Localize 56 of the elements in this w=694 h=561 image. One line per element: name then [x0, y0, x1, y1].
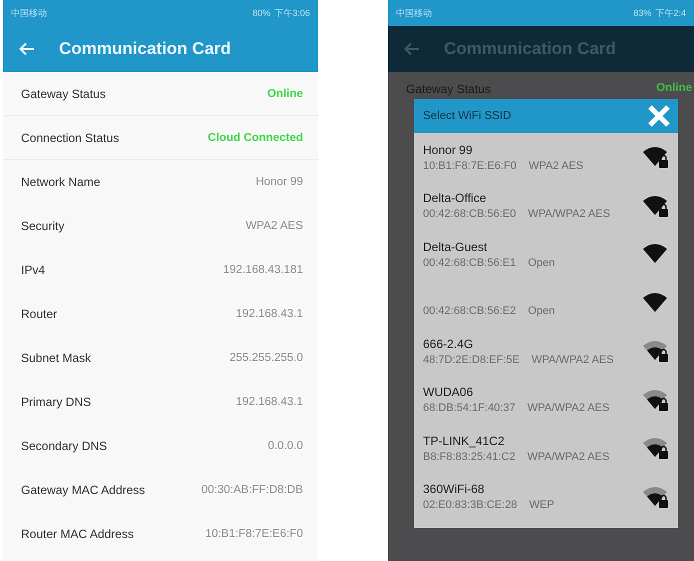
network-name[interactable]: TP-LINK_41C2 — [423, 434, 610, 448]
row-label: Router — [21, 306, 58, 320]
network-name[interactable]: Delta-Guest — [423, 240, 555, 254]
row-value: 0.0.0.0 — [268, 440, 303, 452]
mac-address: 10:B1:F8:7E:E6:F0 — [423, 160, 517, 172]
row-label: Connection Status — [21, 130, 120, 144]
row-value: Cloud Connected — [208, 132, 303, 144]
row-value: 255.255.255.0 — [229, 352, 303, 364]
mac-address: 00:42:68:CB:56:E1 — [423, 256, 516, 269]
row-label: Gateway MAC Address — [21, 482, 146, 496]
row-value: WPA2 AES — [246, 220, 303, 232]
row-label: Network Name — [21, 174, 100, 188]
mac-address: 00:42:68:CB:56:E2 — [423, 305, 516, 318]
row-value: 192.168.43.181 — [223, 264, 303, 276]
security-type: Open — [528, 305, 555, 318]
row-label: Primary DNS — [21, 394, 92, 408]
row-value: 10:B1:F8:7E:E6:F0 — [205, 528, 303, 540]
back-arrow-icon[interactable] — [404, 42, 420, 56]
row-label: Subnet Mask — [21, 350, 92, 364]
network-name[interactable]: Delta-Office — [423, 191, 610, 206]
row-label: Gateway Status — [21, 86, 106, 100]
row-value: Online — [267, 88, 303, 100]
mac-address: 02:E0:83:3B:CE:28 — [423, 499, 518, 512]
security-type: WPA2 AES — [528, 160, 584, 172]
row-label: Router MAC Address — [21, 526, 134, 540]
close-icon[interactable] — [646, 103, 672, 129]
security-type: WPA/WPA2 AES — [528, 208, 610, 220]
row-value: 192.168.43.1 — [236, 308, 303, 320]
row-value: 00:30:AB:FF:D8:DB — [201, 484, 303, 496]
battery-text: 83% — [633, 8, 652, 18]
mac-address: 48:7D:2E:D8:EF:5E — [423, 354, 520, 366]
mac-address: B8:F8:83:25:41:C2 — [423, 450, 516, 463]
security-type: WPA/WPA2 AES — [532, 354, 614, 366]
mac-address: 68:DB:54:1F:40:37 — [423, 402, 516, 414]
mac-address: 00:42:68:CB:56:E0 — [423, 208, 516, 220]
carrier-text: 中国移动 — [396, 6, 432, 20]
row-value: Online — [656, 82, 692, 94]
time-text: 下午2:4 — [655, 6, 686, 20]
security-type: Open — [528, 256, 555, 269]
security-type: WPA/WPA2 AES — [527, 402, 610, 414]
network-name[interactable]: 666-2.4G — [423, 336, 614, 351]
dialog-title: Select WiFi SSID — [423, 110, 512, 122]
time-text: 下午3:06 — [274, 6, 310, 20]
row-label: Security — [21, 218, 64, 232]
network-name[interactable]: Honor 99 — [423, 142, 584, 157]
row-label: Secondary DNS — [21, 438, 108, 452]
network-name[interactable]: 360WiFi-68 — [423, 482, 554, 496]
network-name[interactable]: WUDA06 — [423, 385, 610, 400]
security-type: WPA/WPA2 AES — [527, 450, 610, 463]
row-value: 192.168.43.1 — [236, 396, 303, 408]
row-value: Honor 99 — [256, 176, 303, 188]
security-type: WEP — [529, 499, 554, 512]
row-label: IPv4 — [21, 262, 46, 276]
screen-title: Communication Card — [59, 39, 231, 59]
battery-text: 80% — [252, 8, 270, 18]
carrier-text: 中国移动 — [11, 6, 47, 20]
